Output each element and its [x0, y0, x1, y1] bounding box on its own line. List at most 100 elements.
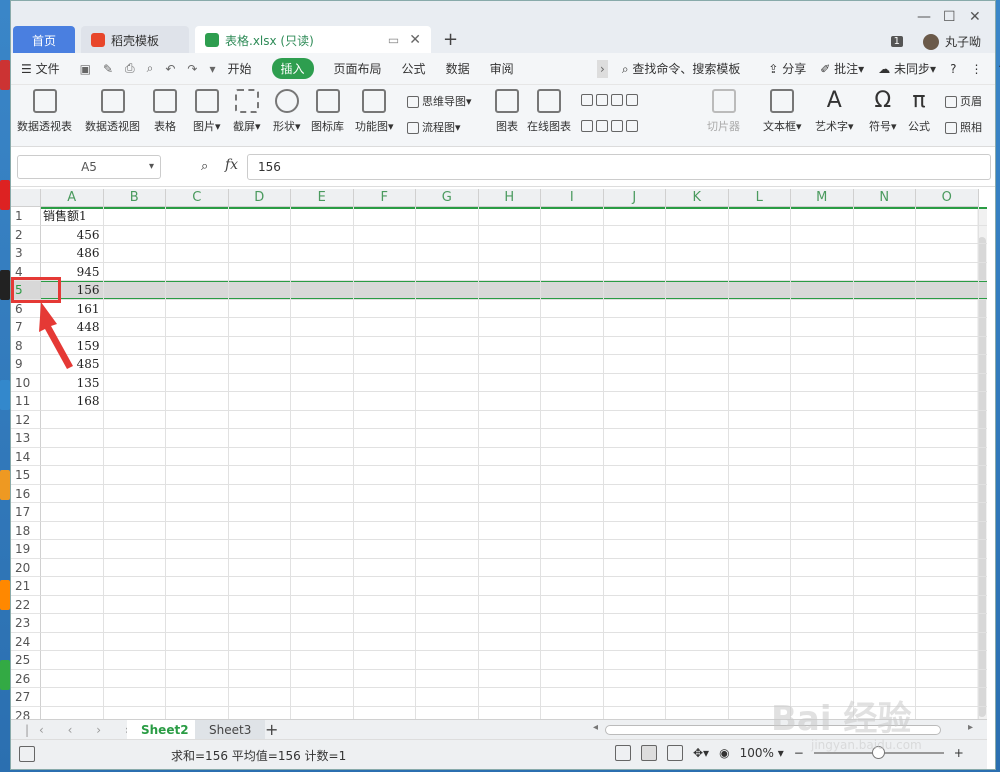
column-header-n[interactable]: N: [853, 189, 916, 207]
row-header-12[interactable]: 12: [11, 410, 41, 429]
column-header-a[interactable]: A: [41, 189, 104, 207]
column-header-o[interactable]: O: [916, 189, 979, 207]
column-header-m[interactable]: M: [791, 189, 854, 207]
textbox-button[interactable]: 文本框▾: [763, 89, 802, 134]
new-tab-icon[interactable]: +: [443, 29, 458, 50]
function-chart-button[interactable]: 功能图▾: [355, 89, 394, 134]
user-name[interactable]: 丸子呦: [945, 33, 981, 50]
scroll-right-icon[interactable]: ▸: [968, 722, 973, 733]
scroll-left-icon[interactable]: ◂: [593, 722, 598, 733]
row-header-2[interactable]: 2: [11, 225, 41, 244]
cell-a2[interactable]: 456: [41, 226, 102, 245]
online-chart-button[interactable]: 在线图表: [527, 89, 571, 134]
more-dropdown-icon[interactable]: ▾: [209, 62, 215, 76]
minimize-icon[interactable]: —: [917, 9, 931, 25]
menu-start[interactable]: 开始: [228, 60, 252, 77]
cell-a3[interactable]: 486: [41, 244, 102, 263]
screen-icon[interactable]: ▭: [388, 33, 399, 47]
column-chart-icon[interactable]: [581, 94, 593, 106]
symbol-button[interactable]: Ω 符号▾: [869, 89, 897, 134]
flowchart-button[interactable]: 流程图▾: [407, 119, 461, 135]
area-chart-icon[interactable]: [581, 120, 593, 132]
row-header-3[interactable]: 3: [11, 244, 41, 263]
camera-button[interactable]: 照相: [945, 119, 982, 135]
desktop-app-icon[interactable]: [0, 180, 10, 210]
chart-type-row-1[interactable]: [581, 93, 641, 106]
column-header-k[interactable]: K: [666, 189, 729, 207]
wordart-button[interactable]: A 艺术字▾: [815, 89, 854, 134]
menu-insert[interactable]: 插入: [271, 58, 314, 79]
chart-button[interactable]: 图表: [495, 89, 519, 134]
close-tab-icon[interactable]: ✕: [409, 32, 421, 48]
scatter-chart-icon[interactable]: [626, 120, 638, 132]
bar-chart-icon[interactable]: [596, 94, 608, 106]
line-chart-icon[interactable]: [611, 94, 623, 106]
normal-view-icon[interactable]: [641, 745, 657, 761]
row-header-13[interactable]: 13: [11, 429, 41, 448]
spreadsheet-grid[interactable]: A B C D E F G H I J K L M N O 1 2 3 4 5 6 7 8 9 10 11 12 13 14 15 16 17…: [11, 189, 987, 719]
column-header-d[interactable]: D: [228, 189, 291, 207]
column-header-b[interactable]: B: [103, 189, 166, 207]
tab-home[interactable]: 首页: [13, 26, 75, 54]
screenshot-button[interactable]: 截屏▾: [233, 89, 261, 134]
file-menu[interactable]: ☰ 文件: [21, 60, 60, 77]
row-header-26[interactable]: 26: [11, 669, 41, 688]
avatar[interactable]: [922, 33, 939, 50]
add-sheet-icon[interactable]: +: [265, 720, 278, 740]
row-header-1[interactable]: 1: [11, 207, 41, 226]
macro-icon[interactable]: [19, 746, 35, 762]
user-area[interactable]: 1 丸子呦: [890, 33, 981, 50]
desktop-app-icon[interactable]: [0, 270, 10, 300]
fullscreen-icon[interactable]: [615, 745, 631, 761]
row-header-17[interactable]: 17: [11, 503, 41, 522]
collapse-ribbon-icon[interactable]: ⌃: [996, 62, 1000, 76]
shape-button[interactable]: 形状▾: [273, 89, 301, 134]
chart-type-row-2[interactable]: [581, 119, 641, 132]
pie-chart-icon[interactable]: [611, 120, 623, 132]
row-header-22[interactable]: 22: [11, 595, 41, 614]
column-header-f[interactable]: F: [353, 189, 416, 207]
pivot-chart-button[interactable]: 数据透视图: [85, 89, 140, 134]
zoom-slider[interactable]: [813, 746, 944, 759]
row-header-23[interactable]: 23: [11, 614, 41, 633]
row-header-25[interactable]: 25: [11, 651, 41, 670]
fx-icon[interactable]: fx: [225, 157, 238, 173]
column-header-l[interactable]: L: [728, 189, 791, 207]
menu-review[interactable]: 审阅: [490, 60, 514, 77]
select-all-corner[interactable]: [11, 189, 41, 207]
share-button[interactable]: ⇪ 分享: [768, 60, 806, 77]
desktop-app-icon[interactable]: [0, 470, 10, 500]
redo-icon[interactable]: ↷: [187, 62, 197, 76]
stock-chart-icon[interactable]: [596, 120, 608, 132]
chevron-down-icon[interactable]: ▾: [149, 156, 154, 178]
desktop-app-icon[interactable]: [0, 580, 10, 610]
comment-button[interactable]: ✐ 批注▾: [820, 60, 864, 77]
name-box[interactable]: A5 ▾: [17, 155, 161, 179]
column-header-c[interactable]: C: [166, 189, 229, 207]
undo-icon[interactable]: ↶: [165, 62, 175, 76]
pivot-table-button[interactable]: 数据透视表: [17, 89, 72, 134]
row-header-19[interactable]: 19: [11, 540, 41, 559]
row-header-14[interactable]: 14: [11, 447, 41, 466]
print-preview-icon[interactable]: ⌕: [147, 61, 154, 76]
zoom-in-icon[interactable]: +: [954, 746, 964, 760]
row-header-20[interactable]: 20: [11, 558, 41, 577]
picture-button[interactable]: 图片▾: [193, 89, 221, 134]
formula-button[interactable]: π 公式: [907, 89, 931, 134]
command-search[interactable]: ⌕ 查找命令、搜索模板: [622, 60, 741, 77]
sheet-tab-sheet2[interactable]: Sheet2: [127, 720, 203, 740]
row-header-21[interactable]: 21: [11, 577, 41, 596]
desktop-app-icon[interactable]: [0, 380, 10, 410]
row-header-15[interactable]: 15: [11, 466, 41, 485]
formula-input[interactable]: 156: [247, 154, 991, 180]
icon-library-button[interactable]: 图标库: [311, 89, 344, 134]
slicer-button[interactable]: 切片器: [707, 89, 740, 134]
row-header-24[interactable]: 24: [11, 632, 41, 651]
tab-template[interactable]: 稻壳模板: [81, 26, 189, 54]
page-break-view-icon[interactable]: [667, 745, 683, 761]
row-header-18[interactable]: 18: [11, 521, 41, 540]
column-header-g[interactable]: G: [416, 189, 479, 207]
menu-formula[interactable]: 公式: [402, 60, 426, 77]
save-icon[interactable]: ▣: [80, 62, 91, 76]
vertical-scroll-thumb[interactable]: [978, 237, 986, 717]
